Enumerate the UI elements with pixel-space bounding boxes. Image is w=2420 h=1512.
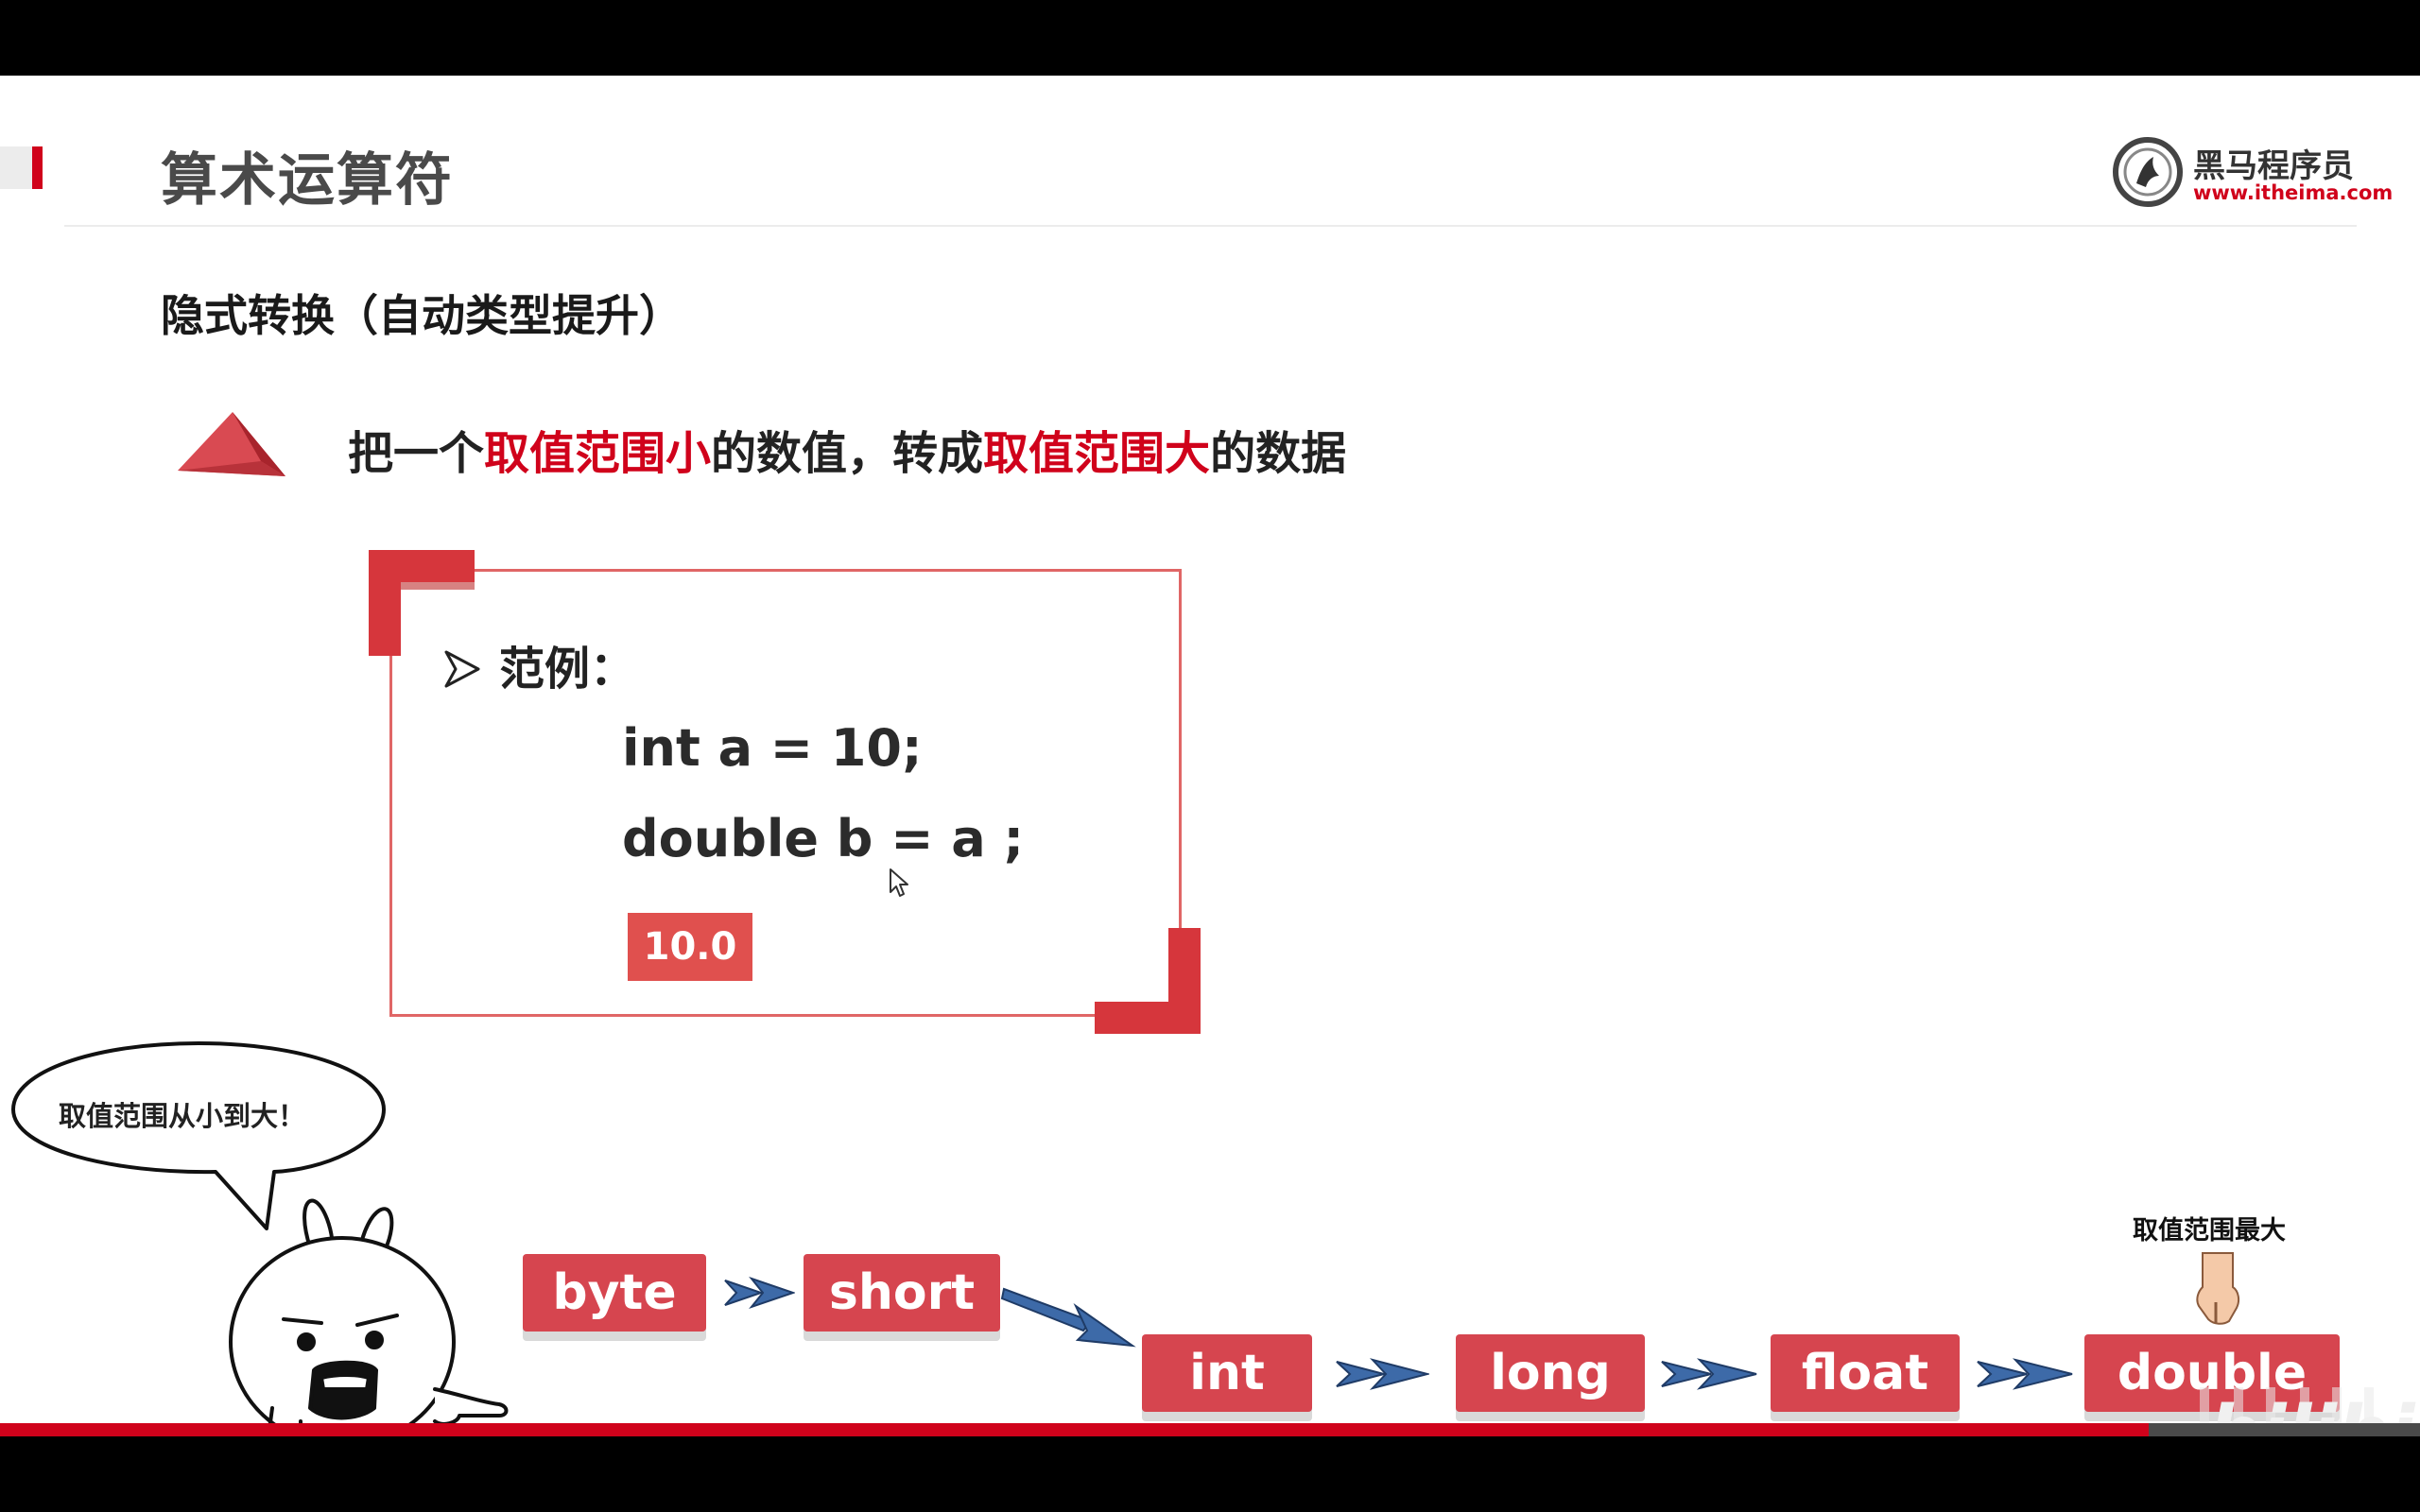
rabbit-character-icon: [229, 1198, 509, 1433]
horse-logo-icon: [2113, 137, 2183, 207]
header-divider: [64, 225, 2357, 227]
result-badge: 10.0: [628, 913, 752, 981]
lead-text-2: 的数值，转成: [711, 427, 984, 480]
triangle-bullet-icon: [178, 412, 285, 476]
type-box-int: int: [1142, 1334, 1312, 1412]
mouse-cursor-icon: [890, 868, 908, 897]
conversion-arrow-icon: [1336, 1358, 1429, 1390]
lead-sentence: 把一个取值范围小的数值，转成取值范围大的数据: [348, 416, 1346, 482]
title-marker: [0, 146, 43, 189]
frame-corner-bottom-right: [1095, 928, 1201, 1034]
lead-highlight-large: 取值范围大: [983, 427, 1211, 480]
lead-text-3: 的数据: [1210, 427, 1347, 480]
speech-bubble-text: 取值范围从小到大！: [59, 1100, 306, 1132]
lead-highlight-small: 取值范围小: [484, 427, 712, 480]
pointing-hand-icon: [2196, 1252, 2240, 1325]
code-line-int: int a = 10;: [622, 718, 923, 778]
section-heading: 隐式转换（自动类型提升）: [161, 290, 683, 341]
conversion-arrow-icon: [724, 1276, 795, 1310]
example-label: 范例：: [444, 631, 635, 697]
slide-title: 算术运算符: [161, 147, 454, 214]
max-range-label: 取值范围最大: [2133, 1216, 2286, 1246]
lead-text-1: 把一个: [348, 427, 485, 480]
itheima-logo: 黑马程序员 www.itheima.com: [2110, 134, 2393, 210]
video-progress-bar[interactable]: [0, 1423, 2420, 1436]
arrow-bullet-icon: [444, 650, 480, 688]
code-line-double: double b = a ;: [622, 809, 1025, 868]
example-label-text: 范例：: [499, 643, 636, 696]
video-progress-fill: [0, 1423, 2150, 1436]
type-box-long: long: [1456, 1334, 1645, 1412]
type-box-short: short: [804, 1254, 1000, 1332]
conversion-arrow-icon: [1000, 1287, 1136, 1348]
logo-url: www.itheima.com: [2193, 181, 2394, 204]
logo-name: 黑马程序员: [2193, 147, 2354, 185]
slide: 算术运算符 黑马程序员 www.itheima.com 隐式转换（自动类型提升）…: [0, 76, 2420, 1433]
conversion-arrow-icon: [1977, 1358, 2073, 1390]
conversion-arrow-icon: [1661, 1358, 1757, 1390]
type-box-float: float: [1771, 1334, 1960, 1412]
type-box-byte: byte: [523, 1254, 706, 1332]
